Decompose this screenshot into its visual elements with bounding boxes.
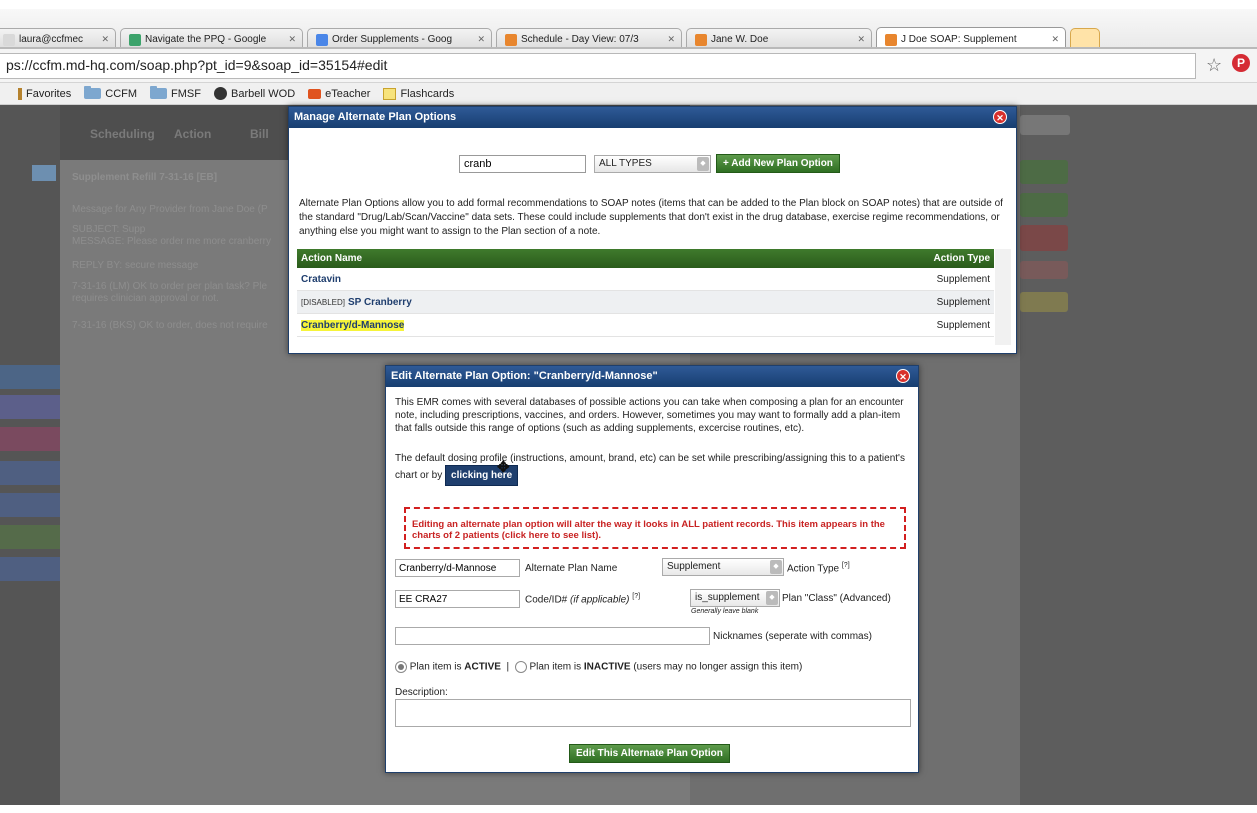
col-action-type: Action Type <box>933 253 990 264</box>
plan-name[interactable]: Cranberry/d-Mannose <box>301 319 405 331</box>
mdhq-icon <box>695 33 707 46</box>
close-icon[interactable]: ✕ <box>477 34 485 45</box>
nicknames-input[interactable] <box>395 627 710 645</box>
help-mark[interactable]: [?] <box>632 593 640 600</box>
bg-bottom-strip <box>0 805 1257 813</box>
plan-class-label: Plan "Class" (Advanced) <box>782 593 891 604</box>
manage-plan-options-dialog: Manage Alternate Plan Options ✕ ALL TYPE… <box>288 106 1017 354</box>
edit-plan-option-submit-button[interactable]: Edit This Alternate Plan Option <box>569 744 730 763</box>
tab-bar: laura@ccfmec ✕ Navigate the PPQ - Google… <box>0 9 1257 51</box>
barbell-icon <box>213 87 227 100</box>
plan-name[interactable]: Cratavin <box>301 274 341 285</box>
plan-type: Supplement <box>936 273 990 285</box>
action-type-label: Action Type [?] <box>787 562 850 575</box>
dosing-paragraph: The default dosing profile (instructions… <box>395 452 915 486</box>
code-id-input[interactable] <box>395 590 520 608</box>
description-textarea[interactable] <box>395 699 911 727</box>
dialog-title: Edit Alternate Plan Option: "Cranberry/d… <box>391 370 658 382</box>
close-icon[interactable]: ✕ <box>101 34 109 45</box>
plan-search-row: ALL TYPES ◆ + Add New Plan Option <box>459 154 840 173</box>
add-new-plan-option-button[interactable]: + Add New Plan Option <box>716 154 840 173</box>
plan-options-table: Action Name Action Type Cratavin Supplem… <box>297 249 994 337</box>
inactive-radio[interactable] <box>514 661 527 673</box>
col-action-name: Action Name <box>301 253 363 264</box>
table-row[interactable]: Cratavin Supplement <box>297 268 994 291</box>
dialog-titlebar: Edit Alternate Plan Option: "Cranberry/d… <box>386 366 918 387</box>
bookmark-ccfm[interactable]: CCFM <box>84 86 137 100</box>
select-arrows-icon: ◆ <box>770 560 782 574</box>
bookmark-icon <box>18 87 22 100</box>
bg-sidebar <box>0 105 60 813</box>
disabled-tag: [DISABLED] <box>301 297 346 307</box>
move-cursor-icon: ✥ <box>497 459 510 476</box>
select-arrows-icon: ◆ <box>766 591 778 605</box>
window-top-strip <box>0 0 1257 9</box>
mdhq-icon <box>505 33 517 46</box>
mdhq-icon <box>885 33 897 46</box>
url-input[interactable]: ps://ccfm.md-hq.com/soap.php?pt_id=9&soa… <box>0 53 1196 79</box>
table-row[interactable]: [DISABLED] SP Cranberry Supplement <box>297 291 994 314</box>
warning-box[interactable]: Editing an alternate plan option will al… <box>404 507 906 549</box>
bookmark-barbell-wod[interactable]: Barbell WOD <box>213 87 295 100</box>
bookmark-fmsf[interactable]: FMSF <box>150 86 201 100</box>
close-icon[interactable]: ✕ <box>288 34 296 45</box>
status-radio-row: Plan item is ACTIVE | Plan item is INACT… <box>395 661 802 673</box>
plan-name-input[interactable] <box>395 559 520 577</box>
table-row[interactable]: Cranberry/d-Mannose Supplement <box>297 314 994 337</box>
plan-name-label: Alternate Plan Name <box>525 563 618 574</box>
table-header: Action Name Action Type <box>297 249 994 268</box>
nicknames-label: Nicknames (seperate with commas) <box>713 631 872 642</box>
close-icon[interactable]: ✕ <box>857 34 865 45</box>
drive-icon <box>129 33 141 46</box>
action-type-select[interactable]: Supplement ◆ <box>662 558 784 576</box>
code-id-label: Code/ID# (if applicable) [?] <box>525 593 641 606</box>
select-arrows-icon: ◆ <box>697 156 709 171</box>
type-filter-select[interactable]: ALL TYPES ◆ <box>594 154 711 173</box>
active-radio[interactable] <box>395 661 407 673</box>
pinterest-icon[interactable]: P <box>1232 54 1250 72</box>
docs-icon <box>316 33 328 46</box>
description-label: Description: <box>395 687 448 698</box>
plan-type: Supplement <box>936 319 990 331</box>
folder-icon <box>150 86 168 99</box>
bookmark-eteacher[interactable]: eTeacher <box>308 88 370 100</box>
folder-icon <box>84 86 102 99</box>
close-icon[interactable]: ✕ <box>896 369 910 383</box>
manage-description: Alternate Plan Options allow you to add … <box>299 198 1003 237</box>
eteacher-icon <box>308 88 322 99</box>
dialog-titlebar: Manage Alternate Plan Options ✕ <box>289 107 1016 128</box>
plan-class-select[interactable]: is_supplement ◆ <box>690 589 780 607</box>
address-bar: ps://ccfm.md-hq.com/soap.php?pt_id=9&soa… <box>0 49 1257 83</box>
flashcards-icon <box>383 87 397 100</box>
dialog-title: Manage Alternate Plan Options <box>294 111 457 123</box>
bookmark-star-icon[interactable]: ☆ <box>1206 55 1222 76</box>
close-icon[interactable]: ✕ <box>993 110 1007 124</box>
bg-right-panel <box>1020 105 1257 813</box>
scrollbar[interactable] <box>995 249 1011 345</box>
edit-plan-option-dialog: Edit Alternate Plan Option: "Cranberry/d… <box>385 365 919 773</box>
help-mark[interactable]: [?] <box>842 562 850 569</box>
plan-name[interactable]: [DISABLED] SP Cranberry <box>301 297 412 308</box>
bookmarks-bar: Favorites CCFM FMSF Barbell WOD eTeacher… <box>0 83 1257 105</box>
close-icon[interactable]: ✕ <box>1051 34 1059 45</box>
close-icon[interactable]: ✕ <box>667 34 675 45</box>
bookmark-flashcards[interactable]: Flashcards <box>383 87 454 100</box>
tab-favicon-icon <box>3 33 15 46</box>
plan-search-input[interactable] <box>459 154 586 173</box>
plan-type: Supplement <box>936 296 990 308</box>
edit-intro: This EMR comes with several databases of… <box>395 397 904 434</box>
class-hint: Generally leave blank <box>691 608 759 615</box>
bookmark-favorites[interactable]: Favorites <box>18 87 71 100</box>
